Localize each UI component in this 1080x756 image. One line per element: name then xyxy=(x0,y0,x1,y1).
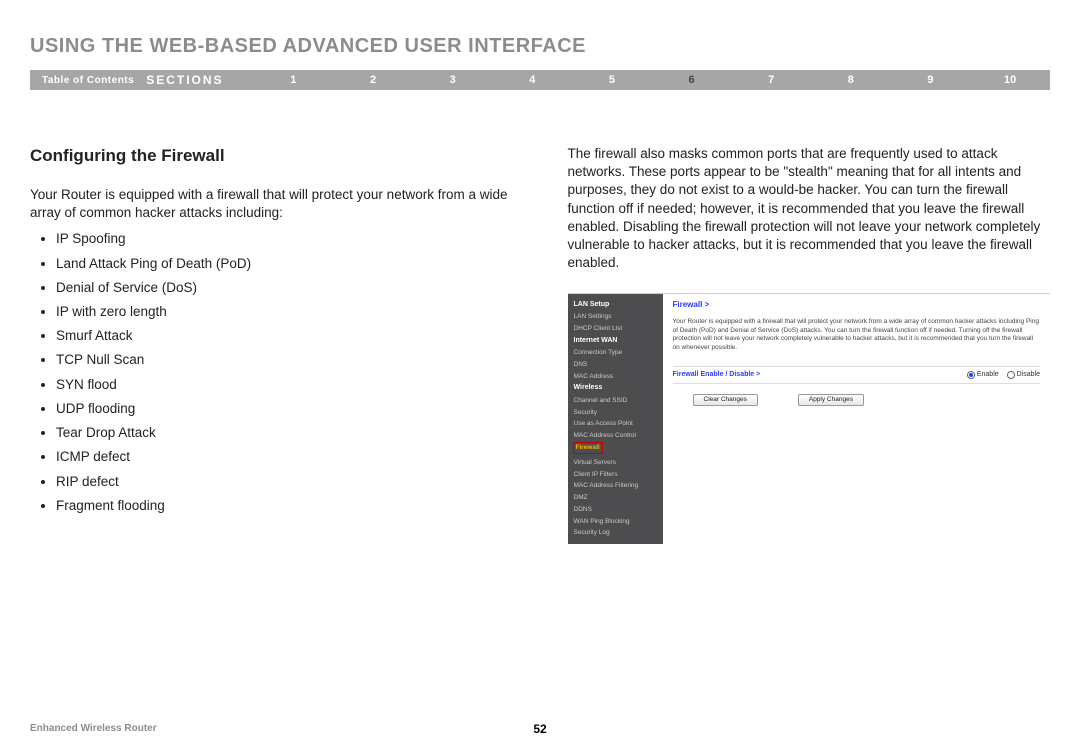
list-item: SYN flood xyxy=(56,376,513,394)
section-link-4[interactable]: 4 xyxy=(492,74,572,86)
sidebar-heading: LAN Setup xyxy=(568,299,663,312)
sidebar-item[interactable]: WAN Ping Blocking xyxy=(568,516,663,528)
ui-description: Your Router is equipped with a firewall … xyxy=(673,318,1041,352)
embedded-screenshot: LAN SetupLAN SettingsDHCP Client ListInt… xyxy=(568,293,1051,545)
sidebar-item[interactable]: LAN Settings xyxy=(568,311,663,323)
list-item: Land Attack Ping of Death (PoD) xyxy=(56,255,513,273)
section-link-6[interactable]: 6 xyxy=(652,74,732,86)
page-number: 52 xyxy=(533,722,546,736)
section-link-5[interactable]: 5 xyxy=(572,74,652,86)
section-title: Configuring the Firewall xyxy=(30,145,513,168)
sidebar-heading: Wireless xyxy=(568,382,663,395)
toc-link[interactable]: Table of Contents xyxy=(30,75,146,86)
sidebar-item[interactable]: MAC Address xyxy=(568,371,663,383)
radio-disable[interactable]: Disable xyxy=(1007,370,1040,379)
list-item: IP with zero length xyxy=(56,303,513,321)
intro-paragraph: Your Router is equipped with a firewall … xyxy=(30,186,513,222)
list-item: ICMP defect xyxy=(56,448,513,466)
ui-breadcrumb-title[interactable]: Firewall > xyxy=(673,300,1041,311)
sidebar-item[interactable]: Client IP Filters xyxy=(568,469,663,481)
radio-disable-label: Disable xyxy=(1017,370,1040,379)
list-item: Smurf Attack xyxy=(56,327,513,345)
page-header-title: USING THE WEB-BASED ADVANCED USER INTERF… xyxy=(30,35,1050,58)
sidebar-item[interactable]: Virtual Servers xyxy=(568,457,663,469)
list-item: Fragment flooding xyxy=(56,497,513,515)
sidebar-item[interactable]: MAC Address Control xyxy=(568,430,663,442)
apply-changes-button[interactable]: Apply Changes xyxy=(798,394,864,407)
sidebar-item[interactable]: DNS xyxy=(568,359,663,371)
sidebar-item[interactable]: Channel and SSID xyxy=(568,395,663,407)
list-item: Denial of Service (DoS) xyxy=(56,279,513,297)
sections-nav: Table of Contents SECTIONS 12345678910 xyxy=(30,70,1050,90)
sidebar-item[interactable]: Security xyxy=(568,407,663,419)
right-column: The firewall also masks common ports tha… xyxy=(568,145,1051,544)
section-link-10[interactable]: 10 xyxy=(970,74,1050,86)
left-column: Configuring the Firewall Your Router is … xyxy=(30,145,513,544)
list-item: UDP flooding xyxy=(56,400,513,418)
sidebar-item-firewall[interactable]: Firewall xyxy=(573,442,603,454)
ui-main-panel: Firewall > Your Router is equipped with … xyxy=(663,294,1051,545)
list-item: Tear Drop Attack xyxy=(56,424,513,442)
right-paragraph: The firewall also masks common ports tha… xyxy=(568,145,1051,273)
sidebar-item[interactable]: DMZ xyxy=(568,492,663,504)
sidebar-heading: Internet WAN xyxy=(568,335,663,348)
clear-changes-button[interactable]: Clear Changes xyxy=(693,394,758,407)
list-item: TCP Null Scan xyxy=(56,351,513,369)
section-link-7[interactable]: 7 xyxy=(731,74,811,86)
section-link-9[interactable]: 9 xyxy=(891,74,971,86)
ui-control-label: Firewall Enable / Disable > xyxy=(673,370,761,379)
list-item: IP Spoofing xyxy=(56,230,513,248)
list-item: RIP defect xyxy=(56,473,513,491)
ui-sidebar: LAN SetupLAN SettingsDHCP Client ListInt… xyxy=(568,294,663,545)
sidebar-item[interactable]: DDNS xyxy=(568,504,663,516)
radio-enable[interactable]: Enable xyxy=(967,370,999,379)
section-link-2[interactable]: 2 xyxy=(333,74,413,86)
sidebar-item[interactable]: DHCP Client List xyxy=(568,323,663,335)
radio-dot-icon xyxy=(967,371,975,379)
section-link-3[interactable]: 3 xyxy=(413,74,493,86)
sidebar-item[interactable]: Connection Type xyxy=(568,347,663,359)
radio-dot-icon xyxy=(1007,371,1015,379)
ui-control-row: Firewall Enable / Disable > Enable Disab… xyxy=(673,366,1041,383)
section-link-1[interactable]: 1 xyxy=(254,74,334,86)
radio-enable-label: Enable xyxy=(977,370,999,379)
sidebar-item[interactable]: Security Log xyxy=(568,527,663,539)
section-link-8[interactable]: 8 xyxy=(811,74,891,86)
sidebar-item[interactable]: Use as Access Point xyxy=(568,418,663,430)
attack-list: IP Spoofing Land Attack Ping of Death (Po… xyxy=(36,230,513,515)
sidebar-item[interactable]: MAC Address Filtering xyxy=(568,480,663,492)
sections-label: SECTIONS xyxy=(146,73,253,87)
